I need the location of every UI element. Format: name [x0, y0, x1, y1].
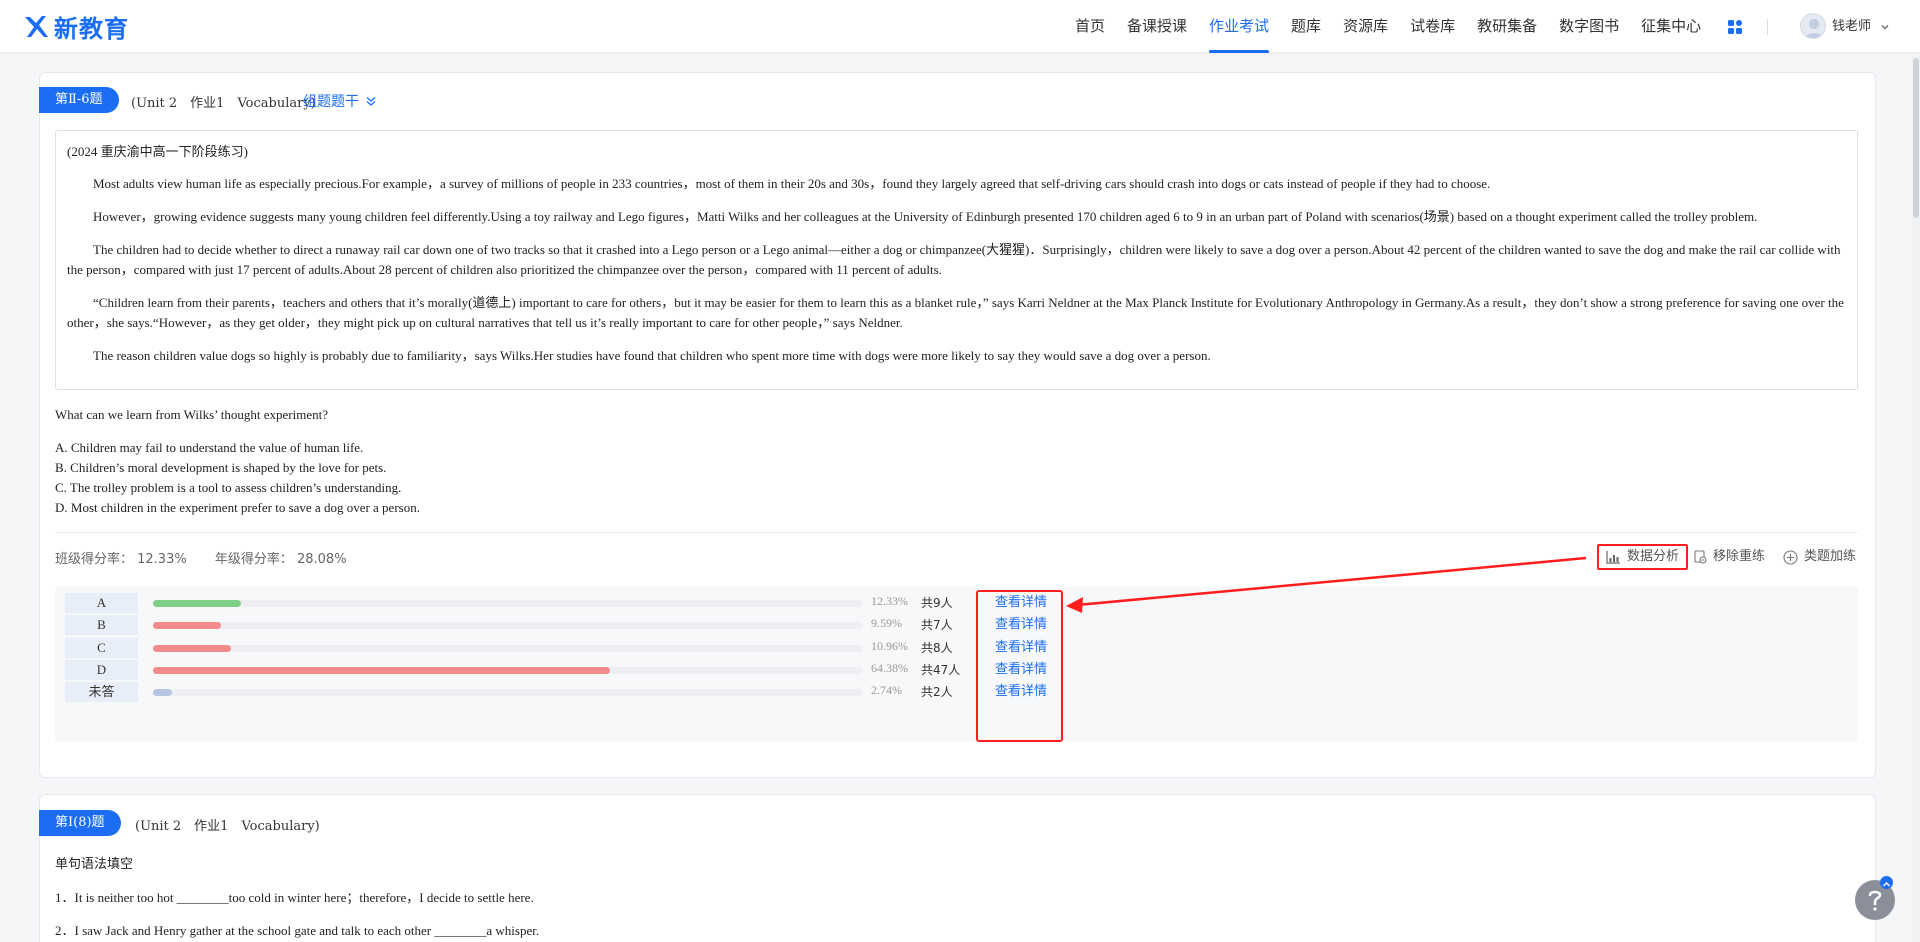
document-remove-icon [1694, 550, 1707, 564]
remove-retrain-button[interactable]: 移除重练 [1693, 544, 1765, 570]
nav-item-digital-books[interactable]: 数字图书 [1548, 0, 1630, 53]
option-count: 共8人 [921, 641, 953, 655]
remove-retrain-label: 移除重练 [1713, 549, 1766, 564]
data-analysis-label: 数据分析 [1627, 549, 1680, 564]
question-title: 单句语法填空 [55, 857, 134, 872]
main-nav: 首页 备课授课 作业考试 题库 资源库 试卷库 教研集备 数字图书 征集中心 [1064, 0, 1712, 53]
progress-fill [153, 600, 241, 607]
chevron-up-icon [1883, 882, 1890, 887]
option-c: C. The trolley problem is a tool to asse… [55, 480, 402, 495]
nav-item-home[interactable]: 首页 [1064, 0, 1116, 53]
progress-track [153, 645, 863, 652]
class-score-rate: 班级得分率： 12.33% [55, 552, 187, 567]
highlight-box-details [976, 590, 1063, 742]
option-label: C [65, 638, 138, 658]
header-divider [1767, 19, 1768, 35]
bar-chart-icon [1606, 551, 1620, 564]
option-label: A [65, 593, 138, 613]
question-meta: (Unit 2 作业1 Vocabulary) [135, 819, 320, 834]
group-stem-label: 组题题干 [303, 94, 359, 110]
answer-stat-row: B 9.59% 共7人 查看详情 [55, 615, 1858, 635]
nav-item-research[interactable]: 教研集备 [1466, 0, 1548, 53]
logo-icon [25, 16, 48, 37]
progress-fill [153, 689, 172, 696]
passage-paragraph: “Children learn from their parents，teach… [67, 295, 1844, 330]
passage-paragraph: The children had to decide whether to di… [67, 242, 1841, 277]
apps-grid-icon[interactable] [1727, 19, 1743, 35]
question-tag: 第Ⅱ-6题 [39, 87, 119, 113]
grade-score-rate: 年级得分率： 28.08% [214, 552, 347, 567]
plus-circle-icon [1783, 549, 1798, 565]
divider [55, 532, 1858, 533]
reading-passage: (2024 重庆渝中高一下阶段练习) Most adults view huma… [55, 130, 1858, 390]
progress-track [153, 667, 863, 674]
question-tag: 第Ⅰ(8)题 [39, 810, 121, 836]
help-badge [1880, 876, 1893, 889]
option-d: D. Most children in the experiment prefe… [55, 500, 420, 515]
scrollbar-thumb[interactable] [1913, 58, 1919, 218]
question-meta: (Unit 2 作业1 Vocabulary) [131, 96, 316, 111]
logo-text: 新教育 [54, 14, 129, 43]
progress-fill [153, 667, 610, 674]
answer-stat-row: A 12.33% 共9人 查看详情 [55, 593, 1858, 613]
progress-fill [153, 622, 221, 629]
option-b: B. Children’s moral development is shape… [55, 460, 387, 475]
nav-item-resources[interactable]: 资源库 [1332, 0, 1399, 53]
nav-item-collection[interactable]: 征集中心 [1630, 0, 1712, 53]
passage-paragraph: The reason children value dogs so highly… [93, 348, 1211, 363]
question-stem: What can we learn from Wilks’ thought ex… [55, 407, 328, 422]
chevron-down-icon[interactable] [1880, 22, 1890, 32]
passage-source: (2024 重庆渝中高一下阶段练习) [67, 144, 248, 159]
option-count: 共2人 [921, 685, 953, 699]
progress-track [153, 689, 863, 696]
option-count: 共7人 [921, 618, 953, 632]
option-label: B [65, 615, 138, 635]
nav-item-lesson-prep[interactable]: 备课授课 [1116, 0, 1198, 53]
double-chevron-down-icon [367, 97, 376, 106]
option-label: 未答 [65, 682, 138, 702]
score-rates: 班级得分率： 12.33% 年级得分率： 28.08% [55, 548, 371, 567]
similar-practice-button[interactable]: 类题加练 [1783, 544, 1856, 570]
answer-stat-row: C 10.96% 共8人 查看详情 [55, 638, 1858, 658]
group-stem-toggle[interactable]: 组题题干 [303, 91, 377, 111]
progress-fill [153, 645, 231, 652]
option-a: A. Children may fail to understand the v… [55, 440, 364, 455]
site-logo[interactable]: 新教育 [22, 10, 129, 43]
top-navbar: 新教育 首页 备课授课 作业考试 题库 资源库 试卷库 教研集备 数字图书 征集… [0, 0, 1920, 53]
answer-stat-row: D 64.38% 共47人 查看详情 [55, 660, 1858, 680]
nav-item-homework-exam[interactable]: 作业考试 [1198, 0, 1280, 53]
question-item: 1．It is neither too hot ________too cold… [55, 890, 534, 905]
option-count: 共47人 [921, 663, 961, 677]
nav-item-paper-bank[interactable]: 试卷库 [1399, 0, 1466, 53]
question-item: 2．I saw Jack and Henry gather at the sch… [55, 923, 540, 938]
data-analysis-button[interactable]: 数据分析 [1597, 544, 1689, 570]
progress-track [153, 622, 863, 629]
passage-paragraph: However，growing evidence suggests many y… [93, 209, 1758, 224]
answer-stat-row: 未答 2.74% 共2人 查看详情 [55, 682, 1858, 702]
similar-practice-label: 类题加练 [1804, 549, 1857, 564]
progress-track [153, 600, 863, 607]
user-name[interactable]: 钱老师 [1832, 0, 1871, 53]
avatar[interactable] [1800, 13, 1826, 39]
option-count: 共9人 [921, 596, 953, 610]
option-label: D [65, 660, 138, 680]
avatar-icon [1804, 19, 1824, 38]
nav-item-question-bank[interactable]: 题库 [1280, 0, 1332, 53]
answer-stats-panel: A 12.33% 共9人 查看详情 B 9.59% 共7人 查看详情 C 10.96% 共8人 查看详… [55, 587, 1858, 742]
passage-paragraph: Most adults view human life as especiall… [93, 176, 1491, 191]
